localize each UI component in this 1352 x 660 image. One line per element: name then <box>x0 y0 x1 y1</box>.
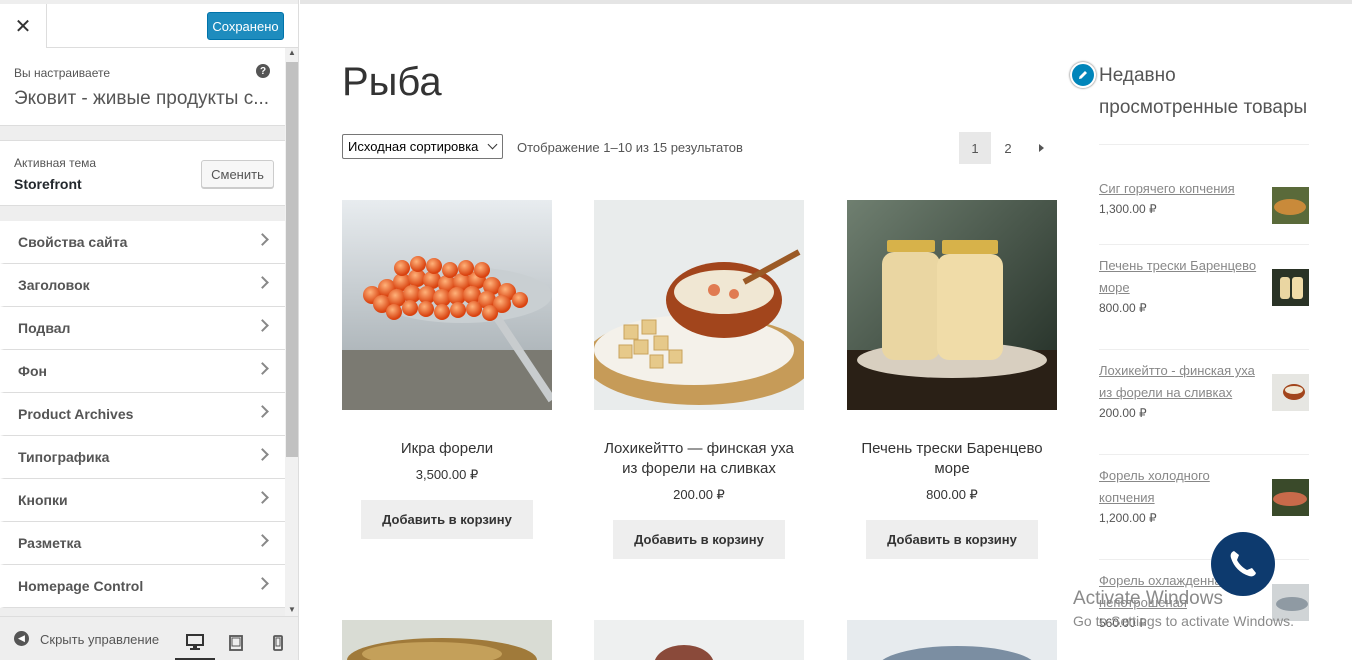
recent-product-thumb[interactable] <box>1272 269 1309 306</box>
menu-item-label: Свойства сайта <box>18 234 128 250</box>
windows-activation-subtext: Go to Settings to activate Windows. <box>1073 613 1294 629</box>
recent-product-link[interactable]: Сиг горячего копчения <box>1099 178 1264 200</box>
desktop-icon[interactable] <box>175 625 215 660</box>
widget-divider <box>1099 144 1309 145</box>
sort-select-value: Исходная сортировка <box>348 139 479 154</box>
customizer-panel: Вы настраиваете ? Эковит - живые продукт… <box>0 48 285 616</box>
recent-product-link[interactable]: Печень трески Баренцево море <box>1099 255 1264 299</box>
widget-title: Недавно просмотренные товары <box>1099 65 1308 118</box>
pencil-icon[interactable] <box>1070 62 1096 88</box>
menu-item-label: Homepage Control <box>18 578 144 594</box>
menu-item-label: Product Archives <box>18 406 134 422</box>
product-image[interactable] <box>342 200 556 410</box>
site-preview: Рыба Исходная сортировка Отображение 1–1… <box>300 0 1352 660</box>
menu-item-typography[interactable]: Типографика <box>0 436 285 479</box>
menu-item-label: Заголовок <box>18 277 90 293</box>
chevron-right-icon <box>256 405 269 418</box>
chevron-right-icon <box>256 276 269 289</box>
product-image[interactable] <box>847 620 1057 660</box>
menu-item-buttons[interactable]: Кнопки <box>0 479 285 522</box>
collapse-icon[interactable]: ◀ <box>14 631 29 646</box>
page-2-button[interactable]: 2 <box>992 132 1024 164</box>
customizer-footer: ◀ Скрыть управление <box>0 616 298 660</box>
chevron-right-icon <box>256 362 269 375</box>
result-count: Отображение 1–10 из 15 результатов <box>517 140 743 155</box>
menu-item-label: Типографика <box>18 449 110 465</box>
chevron-right-icon <box>256 534 269 547</box>
recent-product-link[interactable]: Форель холодного копчения <box>1099 465 1264 509</box>
add-to-cart-button[interactable]: Добавить в корзину <box>866 520 1038 559</box>
customizing-label: Вы настраиваете <box>14 66 111 80</box>
product-card: Лохикейтто — финская уха из форели на сл… <box>584 200 814 559</box>
menu-item-label: Подвал <box>18 320 71 336</box>
product-card: Икра форели 3,500.00 ₽ Добавить в корзин… <box>342 200 556 539</box>
menu-item-label: Кнопки <box>18 492 68 508</box>
close-icon[interactable]: ✕ <box>0 4 47 48</box>
menu-item-layout[interactable]: Разметка <box>0 522 285 565</box>
list-item: Лохикейтто - финская уха из форели на сл… <box>1099 360 1309 455</box>
scroll-down-icon[interactable]: ▼ <box>288 605 296 614</box>
sort-select[interactable]: Исходная сортировка <box>342 134 503 159</box>
recent-product-link[interactable]: Лохикейтто - финская уха из форели на сл… <box>1099 360 1264 404</box>
page-1-button[interactable]: 1 <box>959 132 991 164</box>
menu-item-site-identity[interactable]: Свойства сайта <box>0 221 285 264</box>
chevron-down-icon <box>487 139 498 150</box>
active-theme-section: Активная тема Storefront Сменить <box>0 140 285 206</box>
recent-product-thumb[interactable] <box>1272 187 1309 224</box>
sidebar-scrollbar[interactable]: ▲ ▼ <box>285 48 298 616</box>
help-icon[interactable]: ? <box>256 64 270 78</box>
phone-icon[interactable] <box>1211 532 1275 596</box>
menu-item-product-archives[interactable]: Product Archives <box>0 393 285 436</box>
chevron-right-icon <box>256 577 269 590</box>
windows-activation-watermark: Activate Windows <box>1073 588 1223 609</box>
scrollbar-thumb[interactable] <box>286 62 298 457</box>
list-item: Сиг горячего копчения 1,300.00 ₽ <box>1099 178 1309 245</box>
menu-item-homepage-control[interactable]: Homepage Control <box>0 565 285 608</box>
product-price: 3,500.00 ₽ <box>415 467 479 482</box>
customizer-sidebar: ✕ Сохранено Вы настраиваете ? Эковит - ж… <box>0 0 299 660</box>
product-title[interactable]: Печень трески Баренцево море <box>847 439 1057 479</box>
product-image[interactable] <box>594 620 804 660</box>
chevron-right-icon <box>256 233 269 246</box>
pagination: 1 2 <box>959 132 1058 164</box>
saved-button[interactable]: Сохранено <box>207 12 284 40</box>
add-to-cart-button[interactable]: Добавить в корзину <box>613 520 785 559</box>
recent-product-thumb[interactable] <box>1272 374 1309 411</box>
tablet-icon[interactable] <box>216 625 256 660</box>
list-item: Форель холодного копчения 1,200.00 ₽ <box>1099 465 1309 560</box>
product-title[interactable]: Икра форели <box>342 439 552 459</box>
menu-item-background[interactable]: Фон <box>0 350 285 393</box>
next-page-icon[interactable] <box>1025 132 1057 164</box>
page-title: Рыба <box>342 60 442 104</box>
menu-item-label: Фон <box>18 363 47 379</box>
scroll-up-icon[interactable]: ▲ <box>288 48 296 57</box>
menu-item-label: Разметка <box>18 535 82 551</box>
product-image[interactable] <box>847 200 1057 410</box>
chevron-right-icon <box>256 491 269 504</box>
menu-item-header[interactable]: Заголовок <box>0 264 285 307</box>
active-theme-label: Активная тема <box>14 156 97 170</box>
chevron-right-icon <box>256 448 269 461</box>
add-to-cart-button[interactable]: Добавить в корзину <box>361 500 533 539</box>
recent-product-thumb[interactable] <box>1272 479 1309 516</box>
product-image[interactable] <box>342 620 552 660</box>
product-price: 200.00 ₽ <box>673 487 725 502</box>
customizer-header: ✕ Сохранено <box>0 4 298 48</box>
menu-item-footer[interactable]: Подвал <box>0 307 285 350</box>
recently-viewed-list: Сиг горячего копчения 1,300.00 ₽ Печень … <box>1099 169 1309 640</box>
list-item: Печень трески Баренцево море 800.00 ₽ <box>1099 255 1309 350</box>
product-card: Печень трески Баренцево море 800.00 ₽ До… <box>847 200 1057 559</box>
active-theme-name: Storefront <box>14 176 82 192</box>
customizer-menu: Свойства сайта Заголовок Подвал Фон Prod… <box>0 221 285 608</box>
product-price: 800.00 ₽ <box>926 487 978 502</box>
product-title[interactable]: Лохикейтто — финская уха из форели на сл… <box>594 439 804 479</box>
site-title: Эковит - живые продукты с... <box>14 88 270 109</box>
change-theme-button[interactable]: Сменить <box>201 160 274 188</box>
product-image[interactable] <box>584 200 814 410</box>
mobile-icon[interactable] <box>258 625 298 660</box>
collapse-sidebar-button[interactable]: Скрыть управление <box>40 632 159 647</box>
chevron-right-icon <box>256 319 269 332</box>
customizing-info: Вы настраиваете ? Эковит - живые продукт… <box>0 48 285 126</box>
